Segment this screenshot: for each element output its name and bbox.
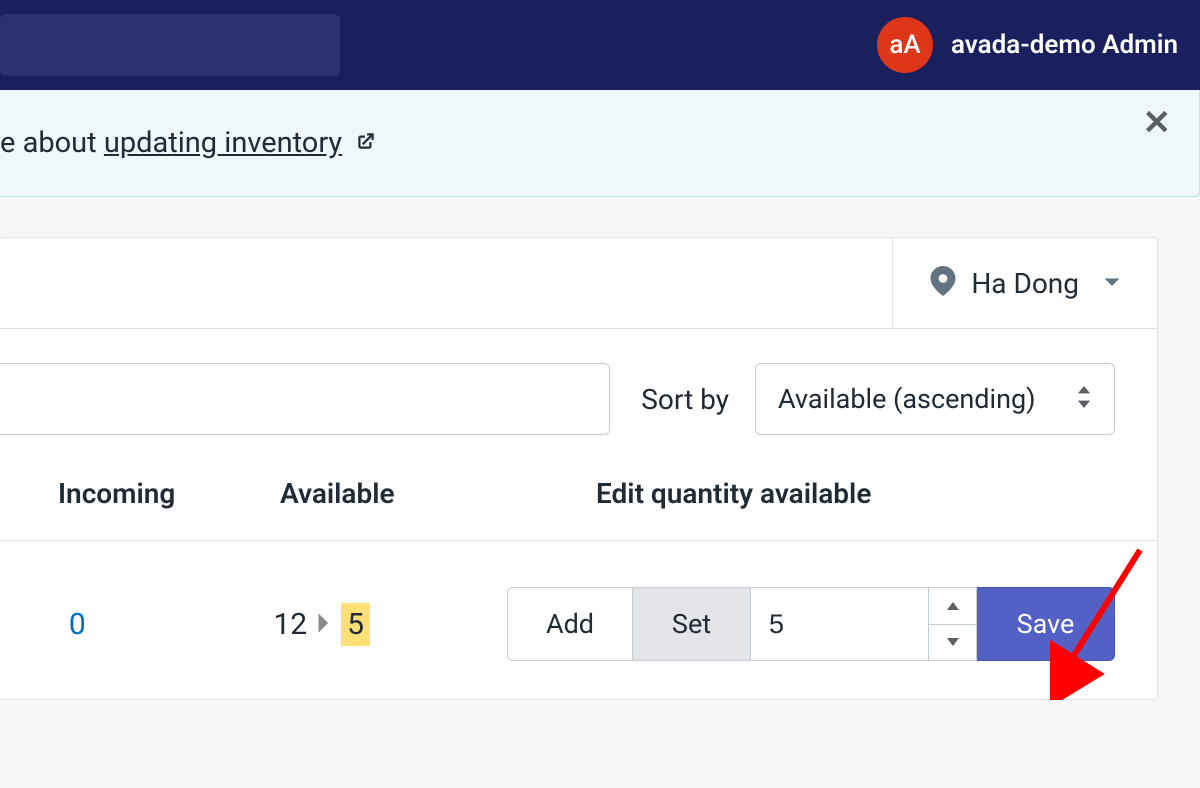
close-icon[interactable]: ✕	[1143, 106, 1172, 140]
incoming-link[interactable]: 0	[69, 607, 86, 642]
sort-by-label: Sort by	[641, 383, 729, 416]
user-menu[interactable]: aA avada-demo Admin	[877, 17, 1178, 73]
available-old-value: 12	[273, 607, 307, 642]
step-up[interactable]	[929, 588, 976, 625]
chevron-down-icon	[1093, 274, 1121, 293]
table-header: Incoming Available Edit quantity availab…	[0, 463, 1157, 541]
quantity-input[interactable]	[751, 587, 929, 661]
banner-text: e about	[0, 126, 104, 160]
set-button[interactable]: Set	[633, 587, 751, 661]
cell-edit-qty: Add Set Save	[429, 587, 1115, 661]
cell-available: 12 5	[245, 603, 430, 646]
banner-link[interactable]: updating inventory	[104, 126, 342, 160]
quantity-stepper	[929, 587, 977, 661]
add-button[interactable]: Add	[507, 587, 633, 661]
card-header: Ha Dong	[0, 238, 1157, 329]
sort-value: Available (ascending)	[778, 383, 1036, 415]
location-pin-icon	[929, 266, 957, 300]
filter-input[interactable]	[0, 363, 610, 435]
cell-incoming: 0	[0, 607, 245, 642]
column-edit-qty: Edit quantity available	[500, 477, 1115, 510]
external-link-icon	[355, 130, 377, 158]
info-banner: ✕ e about updating inventory	[0, 90, 1200, 197]
avatar: aA	[877, 17, 933, 73]
column-available: Available	[280, 477, 500, 510]
sort-updown-icon	[1076, 383, 1092, 415]
column-incoming: Incoming	[0, 477, 280, 510]
inventory-card: Ha Dong Sort by Available (ascending) In…	[0, 237, 1158, 700]
available-new-value: 5	[341, 603, 370, 646]
location-label: Ha Dong	[971, 267, 1079, 300]
save-button[interactable]: Save	[977, 587, 1115, 661]
filter-row: Sort by Available (ascending)	[0, 329, 1157, 463]
top-bar: aA avada-demo Admin	[0, 0, 1200, 90]
location-select[interactable]: Ha Dong	[892, 238, 1157, 328]
table-row: 0 12 5 Add Set Save	[0, 541, 1157, 699]
sort-select[interactable]: Available (ascending)	[755, 363, 1115, 435]
chevron-right-icon	[317, 607, 331, 642]
search-input[interactable]	[0, 14, 340, 76]
step-down[interactable]	[929, 625, 976, 661]
user-name-label: avada-demo Admin	[951, 30, 1178, 60]
